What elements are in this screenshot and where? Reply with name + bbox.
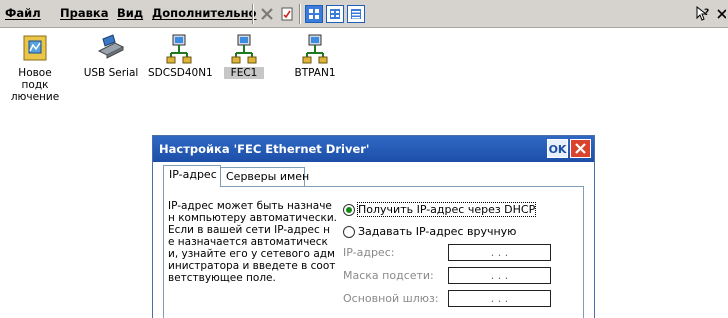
menu-advanced[interactable]: Дополнительно [152, 6, 256, 20]
radio-manual-label: Задавать IP-адрес вручную [358, 225, 517, 238]
default-gateway-field[interactable]: . . . [448, 290, 551, 307]
connection-item-fec1[interactable]: FEC1 [224, 33, 264, 79]
description-line: IP-адрес может быть назначе [168, 200, 332, 212]
list-view-icon [351, 9, 361, 19]
usb-laptop-icon [95, 33, 127, 65]
list-view-button[interactable] [347, 5, 365, 23]
menu-bar: Файл Правка Вид Дополнительно ? [0, 0, 728, 28]
default-gateway-label: Основной шлюз: [343, 292, 439, 305]
radio-button[interactable] [343, 225, 355, 238]
dialog-titlebar: Настройка 'FEC Ethernet Driver' OK [153, 136, 594, 162]
properties-button[interactable] [278, 5, 296, 23]
toolbar-separator [252, 4, 254, 24]
network-adapter-icon [163, 33, 195, 65]
svg-text:?: ? [704, 8, 709, 18]
description-text: IP-адрес может быть назначе н компьютеру… [168, 200, 340, 284]
description-line: инистратора и введете в соот [168, 260, 336, 272]
small-icons-view-button[interactable] [326, 5, 344, 23]
subnet-mask-field[interactable]: . . . [448, 267, 551, 284]
radio-button[interactable] [343, 203, 355, 216]
ok-button[interactable]: OK [547, 139, 568, 158]
subnet-mask-label: Маска подсети: [343, 269, 434, 282]
dialog-close-button[interactable] [570, 139, 591, 158]
delete-button[interactable] [258, 5, 276, 23]
description-line: н компьютеру автоматически. [168, 212, 337, 224]
large-icons-view-button[interactable] [305, 5, 323, 23]
connection-label: BTPAN1 [294, 67, 336, 79]
description-line: ветствующее поле. [168, 272, 276, 284]
connection-item-new[interactable]: Новое подк лючение [2, 33, 68, 103]
large-icons-view-icon [309, 9, 319, 19]
connection-item-usb-serial[interactable]: USB Serial [80, 33, 142, 79]
connection-item-btpan1[interactable]: BTPAN1 [290, 33, 340, 79]
dialog-title: Настройка 'FEC Ethernet Driver' [159, 142, 370, 156]
network-adapter-icon [299, 33, 331, 65]
tab-name-servers[interactable]: Серверы имен [220, 167, 309, 186]
radio-dhcp[interactable]: Получить IP-адрес через DHCP [343, 202, 537, 217]
network-adapter-icon [228, 33, 260, 65]
radio-dhcp-label: Получить IP-адрес через DHCP [356, 202, 537, 217]
new-connection-icon [19, 33, 51, 65]
description-line: Если в вашей сети IP-адрес н [168, 224, 330, 236]
description-line: е назначается автоматическ [168, 236, 328, 248]
close-button[interactable] [715, 5, 728, 23]
close-icon [717, 9, 726, 19]
connection-item-sdcsd40n1[interactable]: SDCSD40N1 [146, 33, 213, 79]
radio-manual[interactable]: Задавать IP-адрес вручную [343, 225, 516, 238]
connection-label: FEC1 [224, 67, 264, 79]
connection-label: SDCSD40N1 [148, 67, 213, 79]
toolbar-separator [299, 4, 301, 24]
ip-address-label: IP-адрес: [343, 246, 395, 259]
help-button[interactable]: ? [694, 5, 712, 23]
connection-label: USB Serial [83, 67, 139, 79]
delete-icon [261, 8, 273, 20]
menu-view[interactable]: Вид [117, 6, 143, 20]
small-icons-view-icon [330, 9, 340, 19]
ip-address-field[interactable]: . . . [448, 244, 551, 261]
menu-file[interactable]: Файл [5, 6, 41, 20]
radio-selected-dot [346, 206, 352, 213]
tab-ip-address[interactable]: IP-адрес [163, 165, 221, 187]
settings-dialog: Настройка 'FEC Ethernet Driver' OK IP-ад… [152, 135, 595, 318]
help-icon: ? [696, 6, 709, 21]
description-line: и, узнайте его у сетевого адм [168, 248, 335, 260]
close-icon [575, 143, 586, 154]
menu-edit[interactable]: Правка [60, 6, 108, 20]
properties-icon [281, 7, 293, 21]
connection-label: Новое подк лючение [10, 67, 60, 103]
